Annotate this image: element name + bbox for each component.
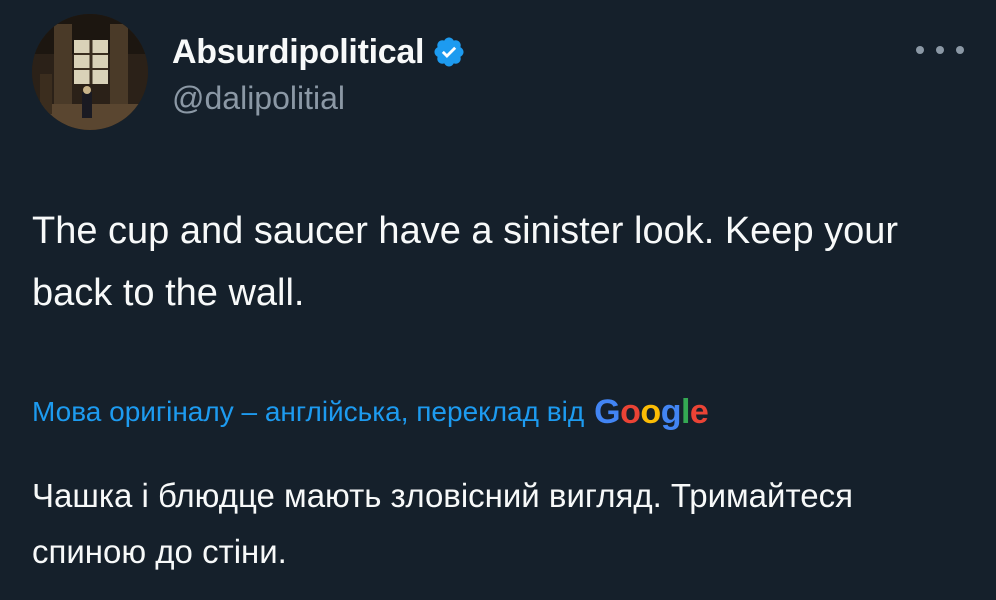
- google-logo-letter: l: [680, 392, 690, 431]
- google-logo-letter: e: [689, 392, 709, 431]
- painting-avatar-icon: [32, 14, 148, 130]
- verified-badge-icon: [432, 35, 466, 69]
- dot-icon: [936, 46, 944, 54]
- translation-label[interactable]: Мова оригіналу – англійська, переклад ві…: [32, 396, 584, 428]
- google-logo-letter: o: [640, 392, 661, 431]
- tweet-card: Absurdipolitical @dalipolitial The cup a…: [0, 0, 996, 600]
- avatar[interactable]: [32, 14, 148, 130]
- translated-tweet-text: Чашка і блюдце мають зловісний вигляд. Т…: [32, 477, 853, 570]
- google-logo-letter: G: [594, 392, 621, 431]
- dot-icon: [956, 46, 964, 54]
- google-logo-letter: g: [660, 392, 682, 431]
- more-options-icon[interactable]: [916, 36, 964, 64]
- author-handle[interactable]: @dalipolitial: [172, 80, 345, 117]
- author-name-row: Absurdipolitical: [172, 30, 466, 74]
- dot-icon: [916, 46, 924, 54]
- translation-attribution[interactable]: Мова оригіналу – англійська, переклад ві…: [32, 390, 709, 434]
- tweet-text: The cup and saucer have a sinister look.…: [32, 210, 899, 314]
- display-name[interactable]: Absurdipolitical: [172, 33, 424, 72]
- google-logo-letter: o: [620, 392, 641, 431]
- google-logo: Google: [594, 392, 709, 432]
